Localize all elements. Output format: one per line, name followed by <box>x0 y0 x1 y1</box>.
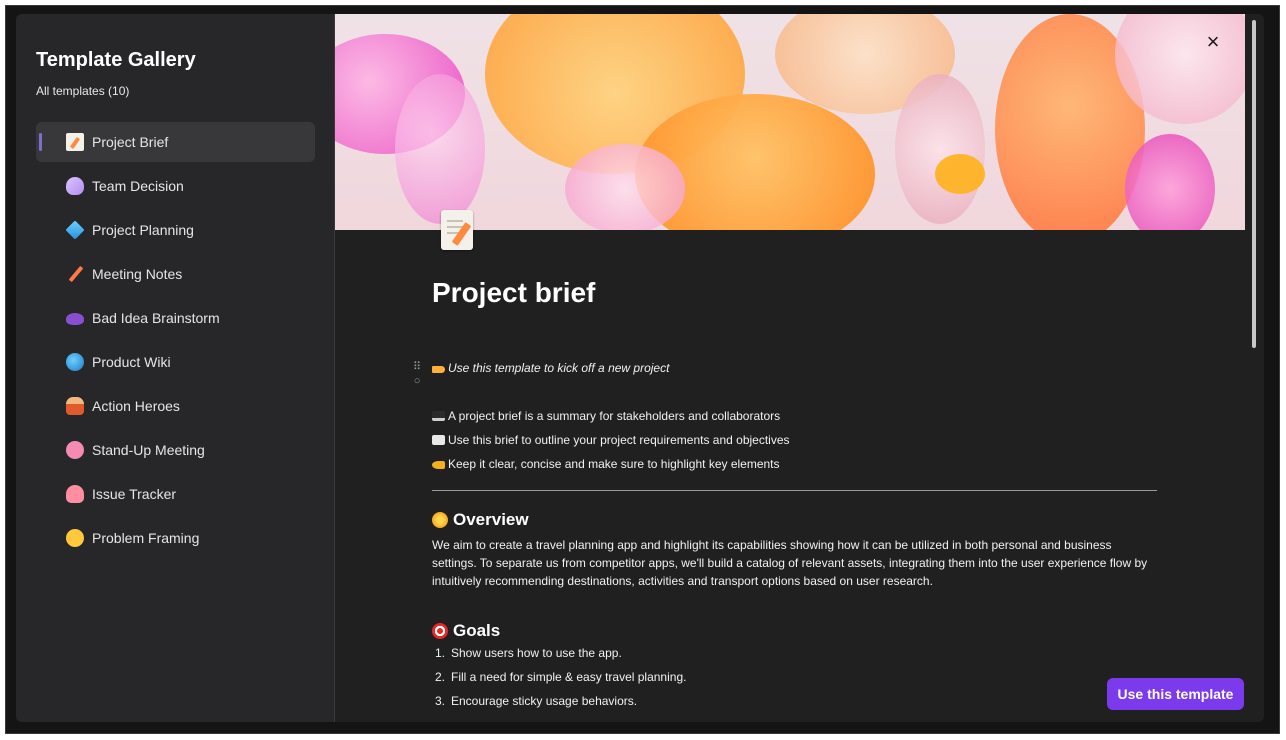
template-preview: × Project brief ⠿ ○ Use this template to … <box>335 14 1264 722</box>
page-title: Project brief <box>432 277 596 308</box>
use-template-button[interactable]: Use this template <box>1107 678 1244 710</box>
template-sidebar: Template Gallery All templates (10) Proj… <box>16 14 335 722</box>
template-item-label: Bad Idea Brainstorm <box>92 310 220 326</box>
close-button[interactable]: × <box>1203 31 1223 53</box>
dizzy-icon <box>432 512 448 528</box>
list-item: Keep it clear, concise and make sure to … <box>432 457 780 471</box>
template-item-action-heroes[interactable]: Action Heroes <box>36 386 315 426</box>
cover-image: × <box>335 14 1245 230</box>
key-icon <box>432 461 445 469</box>
drag-handle-icon[interactable]: ⠿ ○ <box>413 360 421 388</box>
template-gallery-dialog: Template Gallery All templates (10) Proj… <box>16 14 1264 722</box>
memo-icon <box>66 133 84 151</box>
template-item-problem-framing[interactable]: Problem Framing <box>36 518 315 558</box>
gem-icon <box>65 220 85 240</box>
laptop-icon <box>432 411 445 421</box>
octopus-icon <box>66 485 84 503</box>
gallery-subtitle: All templates (10) <box>36 84 130 98</box>
pencil-icon <box>66 265 84 283</box>
thinking-face-icon <box>66 529 84 547</box>
list-item: Use this brief to outline your project r… <box>432 433 790 447</box>
superhero-icon <box>66 397 84 415</box>
template-item-label: Team Decision <box>92 178 184 194</box>
template-list: Project Brief Team Decision Project Plan… <box>36 122 315 562</box>
template-item-label: Product Wiki <box>92 354 171 370</box>
goals-heading: Goals <box>432 621 500 641</box>
template-item-label: Problem Framing <box>92 530 200 546</box>
template-item-project-planning[interactable]: Project Planning <box>36 210 315 250</box>
divider <box>432 490 1157 491</box>
template-item-label: Action Heroes <box>92 398 180 414</box>
unicorn-icon <box>66 177 84 195</box>
template-item-stand-up-meeting[interactable]: Stand-Up Meeting <box>36 430 315 470</box>
template-item-label: Project Planning <box>92 222 194 238</box>
template-item-label: Stand-Up Meeting <box>92 442 205 458</box>
template-item-label: Meeting Notes <box>92 266 183 282</box>
template-item-product-wiki[interactable]: Product Wiki <box>36 342 315 382</box>
overview-heading: Overview <box>432 510 529 530</box>
template-item-label: Issue Tracker <box>92 486 177 502</box>
scrollbar[interactable] <box>1252 20 1256 348</box>
target-icon <box>432 623 448 639</box>
pointing-hand-icon <box>432 366 445 373</box>
template-item-issue-tracker[interactable]: Issue Tracker <box>36 474 315 514</box>
intro-text: Use this template to kick off a new proj… <box>432 361 669 375</box>
globe-icon <box>66 353 84 371</box>
list-item: A project brief is a summary for stakeho… <box>432 409 780 423</box>
gallery-title: Template Gallery <box>36 49 196 71</box>
goals-list: 1. Show users how to use the app. 2. Fill … <box>432 646 686 718</box>
template-item-project-brief[interactable]: Project Brief <box>36 122 315 162</box>
template-item-team-decision[interactable]: Team Decision <box>36 166 315 206</box>
template-item-label: Project Brief <box>92 134 169 150</box>
memo-icon <box>441 210 473 250</box>
template-item-bad-idea-brainstorm[interactable]: Bad Idea Brainstorm <box>36 298 315 338</box>
storm-cloud-icon <box>66 313 84 325</box>
list-item: 2. Fill a need for simple & easy travel p… <box>435 670 687 684</box>
overview-text: We aim to create a travel planning app a… <box>432 538 1148 588</box>
list-item: 1. Show users how to use the app. <box>435 646 622 660</box>
notepad-icon <box>432 435 445 445</box>
template-item-meeting-notes[interactable]: Meeting Notes <box>36 254 315 294</box>
brain-icon <box>66 441 84 459</box>
list-item: 3. Encourage sticky usage behaviors. <box>435 694 638 708</box>
